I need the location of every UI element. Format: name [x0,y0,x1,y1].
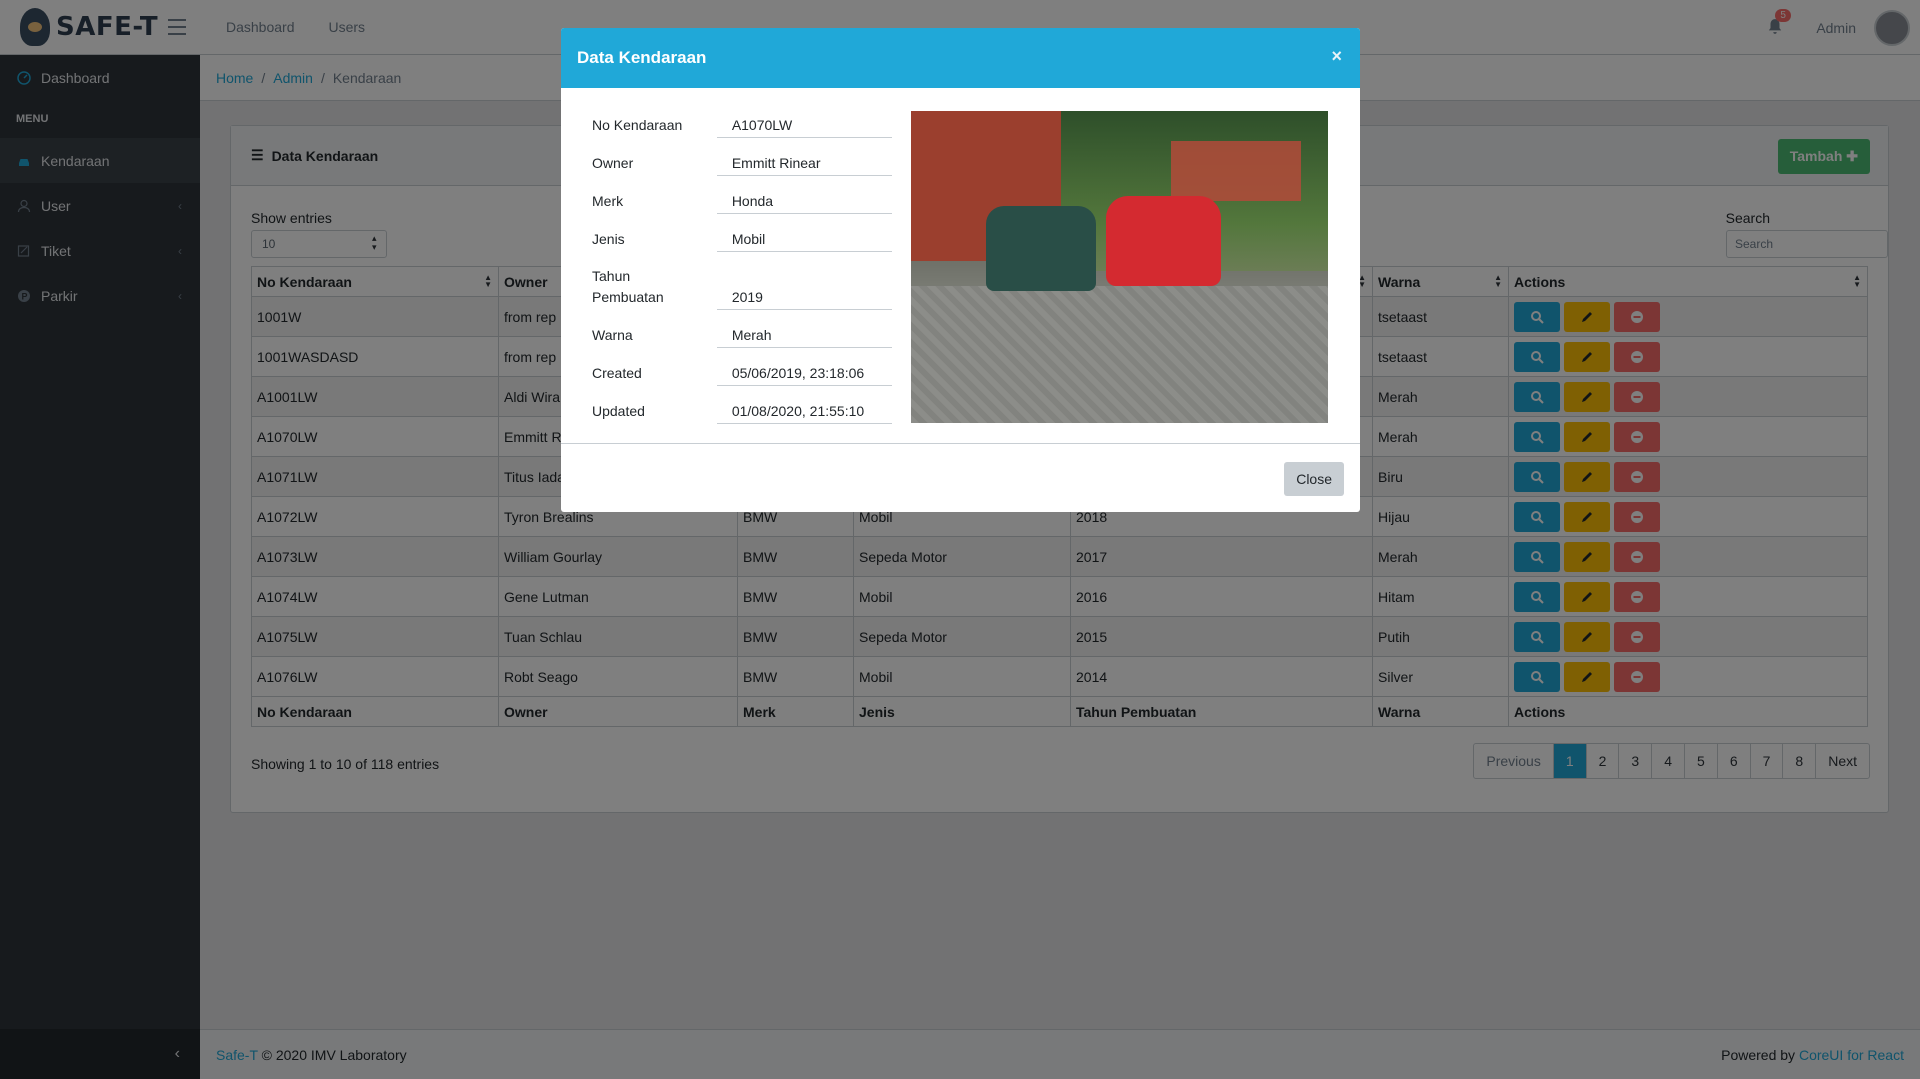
close-button[interactable]: Close [1284,462,1344,496]
field-value: 01/08/2020, 21:55:10 [716,399,892,424]
field-value: 2019 [716,285,892,310]
field-merk: Merk Honda [592,182,892,220]
vehicle-detail-modal: Data Kendaraan × No Kendaraan A1070LW Own… [561,28,1360,512]
close-icon[interactable]: × [1331,46,1342,67]
field-jenis: Jenis Mobil [592,220,892,258]
field-warna: Warna Merah [592,316,892,354]
field-value: Honda [716,189,892,214]
vehicle-photo [911,111,1328,423]
field-created: Created 05/06/2019, 23:18:06 [592,354,892,392]
field-tahun-pembuatan: Tahun Pembuatan 2019 [592,258,892,316]
modal-footer: Close [561,443,1360,512]
field-no-kendaraan: No Kendaraan A1070LW [592,106,892,144]
field-value: 05/06/2019, 23:18:06 [716,361,892,386]
field-value: Mobil [716,227,892,252]
modal-header: Data Kendaraan × [561,28,1360,88]
vehicle-detail-fields: No Kendaraan A1070LW Owner Emmitt Rinear M… [592,106,892,430]
field-value: Merah [716,323,892,348]
modal-title: Data Kendaraan [577,48,707,67]
field-value: Emmitt Rinear [716,151,892,176]
field-value: A1070LW [716,113,892,138]
field-owner: Owner Emmitt Rinear [592,144,892,182]
field-updated: Updated 01/08/2020, 21:55:10 [592,392,892,430]
